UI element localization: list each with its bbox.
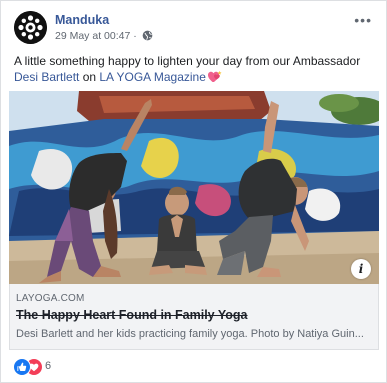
yoga-photo xyxy=(9,91,379,284)
meta-separator: · xyxy=(133,30,137,42)
heart-emoji-icon xyxy=(207,70,222,87)
mention-la-yoga-magazine[interactable]: LA YOGA Magazine xyxy=(99,70,206,84)
post-meta: 29 May at 00:47 · xyxy=(55,30,153,44)
post-text: A little something happy to lighten your… xyxy=(14,53,378,87)
reaction-count[interactable]: 6 xyxy=(45,360,51,372)
page-name-link[interactable]: Manduka xyxy=(55,13,109,27)
globe-icon[interactable] xyxy=(142,30,153,44)
facebook-post: Manduka 29 May at 00:47 · ••• A little s… xyxy=(0,0,387,383)
link-domain: LAYOGA.COM xyxy=(16,293,85,304)
post-text-part: on xyxy=(79,70,100,84)
link-preview[interactable]: LAYOGA.COM The Happy Heart Found in Fami… xyxy=(9,284,379,350)
more-options-button[interactable]: ••• xyxy=(354,12,372,28)
post-text-part: A little something happy to lighten your… xyxy=(14,54,361,68)
like-icon xyxy=(13,358,31,376)
mention-desi-bartlett[interactable]: Desi Bartlett xyxy=(14,70,79,84)
post-header: Manduka 29 May at 00:47 · ••• xyxy=(14,11,376,47)
link-description: Desi Barlett and her kids practicing fam… xyxy=(16,328,364,340)
link-headline[interactable]: The Happy Heart Found in Family Yoga xyxy=(16,308,248,322)
info-button[interactable]: i xyxy=(351,259,371,279)
page-avatar[interactable] xyxy=(14,11,47,44)
post-image-family-yoga[interactable]: i xyxy=(9,91,379,284)
manduka-logo-icon xyxy=(14,11,47,44)
post-timestamp[interactable]: 29 May at 00:47 xyxy=(55,30,130,42)
